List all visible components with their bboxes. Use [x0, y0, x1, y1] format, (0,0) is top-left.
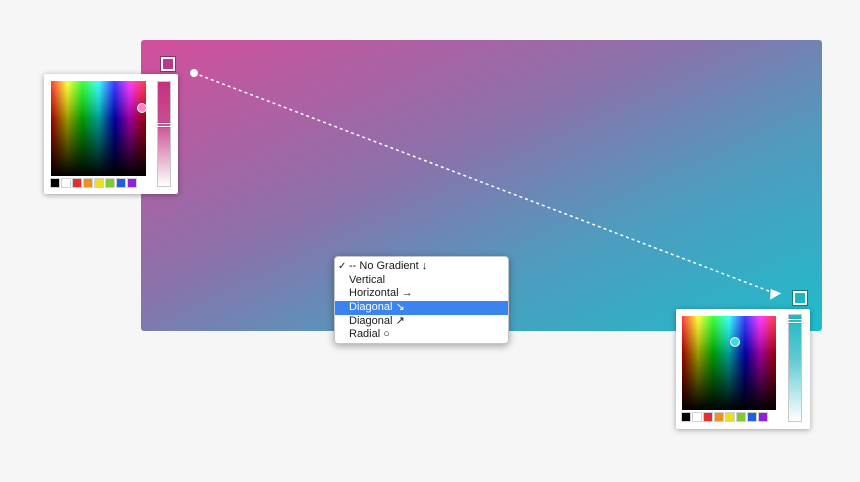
palette-swatch[interactable] — [61, 178, 71, 188]
menu-item-label: Horizontal → — [349, 287, 413, 300]
palette-swatch[interactable] — [681, 412, 691, 422]
palette-swatch[interactable] — [94, 178, 104, 188]
menu-item-radial[interactable]: Radial ○ — [335, 328, 508, 342]
brightness-slider[interactable] — [787, 314, 803, 422]
palette-swatch[interactable] — [747, 412, 757, 422]
menu-item-diagonal-down[interactable]: Diagonal ↘ — [335, 301, 508, 315]
color-spectrum[interactable] — [682, 316, 776, 410]
palette-swatch[interactable] — [725, 412, 735, 422]
gradient-end-swatch[interactable] — [792, 290, 808, 306]
color-spectrum[interactable] — [51, 81, 147, 176]
menu-item-diagonal-up[interactable]: Diagonal ↗ — [335, 315, 508, 329]
gradient-start-swatch[interactable] — [160, 56, 176, 72]
menu-item-horizontal[interactable]: Horizontal → — [335, 287, 508, 301]
menu-item-vertical[interactable]: Vertical — [335, 274, 508, 288]
palette-swatch[interactable] — [758, 412, 768, 422]
checkmark-icon: ✓ — [338, 261, 347, 272]
palette-swatch[interactable] — [83, 178, 93, 188]
menu-item-label: Radial ○ — [349, 328, 390, 341]
menu-item-no-gradient[interactable]: ✓ -- No Gradient ↓ — [335, 260, 508, 274]
menu-item-label: Diagonal ↗ — [349, 314, 405, 327]
gradient-type-menu: ✓ -- No Gradient ↓ Vertical Horizontal →… — [334, 256, 509, 344]
menu-item-label: Diagonal ↘ — [349, 301, 405, 314]
spectrum-handle[interactable] — [137, 103, 147, 113]
palette-swatch[interactable] — [703, 412, 713, 422]
palette-swatch[interactable] — [72, 178, 82, 188]
menu-item-label: Vertical — [349, 273, 386, 286]
slider-thumb[interactable] — [787, 319, 803, 323]
brightness-slider[interactable] — [156, 81, 172, 187]
preset-palette — [50, 178, 137, 188]
palette-swatch[interactable] — [116, 178, 126, 188]
start-color-picker — [44, 74, 178, 194]
palette-swatch[interactable] — [692, 412, 702, 422]
spectrum-handle[interactable] — [730, 337, 740, 347]
slider-thumb[interactable] — [156, 123, 172, 127]
preset-palette — [681, 412, 768, 422]
menu-item-label: -- No Gradient ↓ — [349, 260, 428, 272]
palette-swatch[interactable] — [714, 412, 724, 422]
palette-swatch[interactable] — [50, 178, 60, 188]
palette-swatch[interactable] — [736, 412, 746, 422]
palette-swatch[interactable] — [127, 178, 137, 188]
palette-swatch[interactable] — [105, 178, 115, 188]
end-color-picker — [676, 309, 810, 429]
